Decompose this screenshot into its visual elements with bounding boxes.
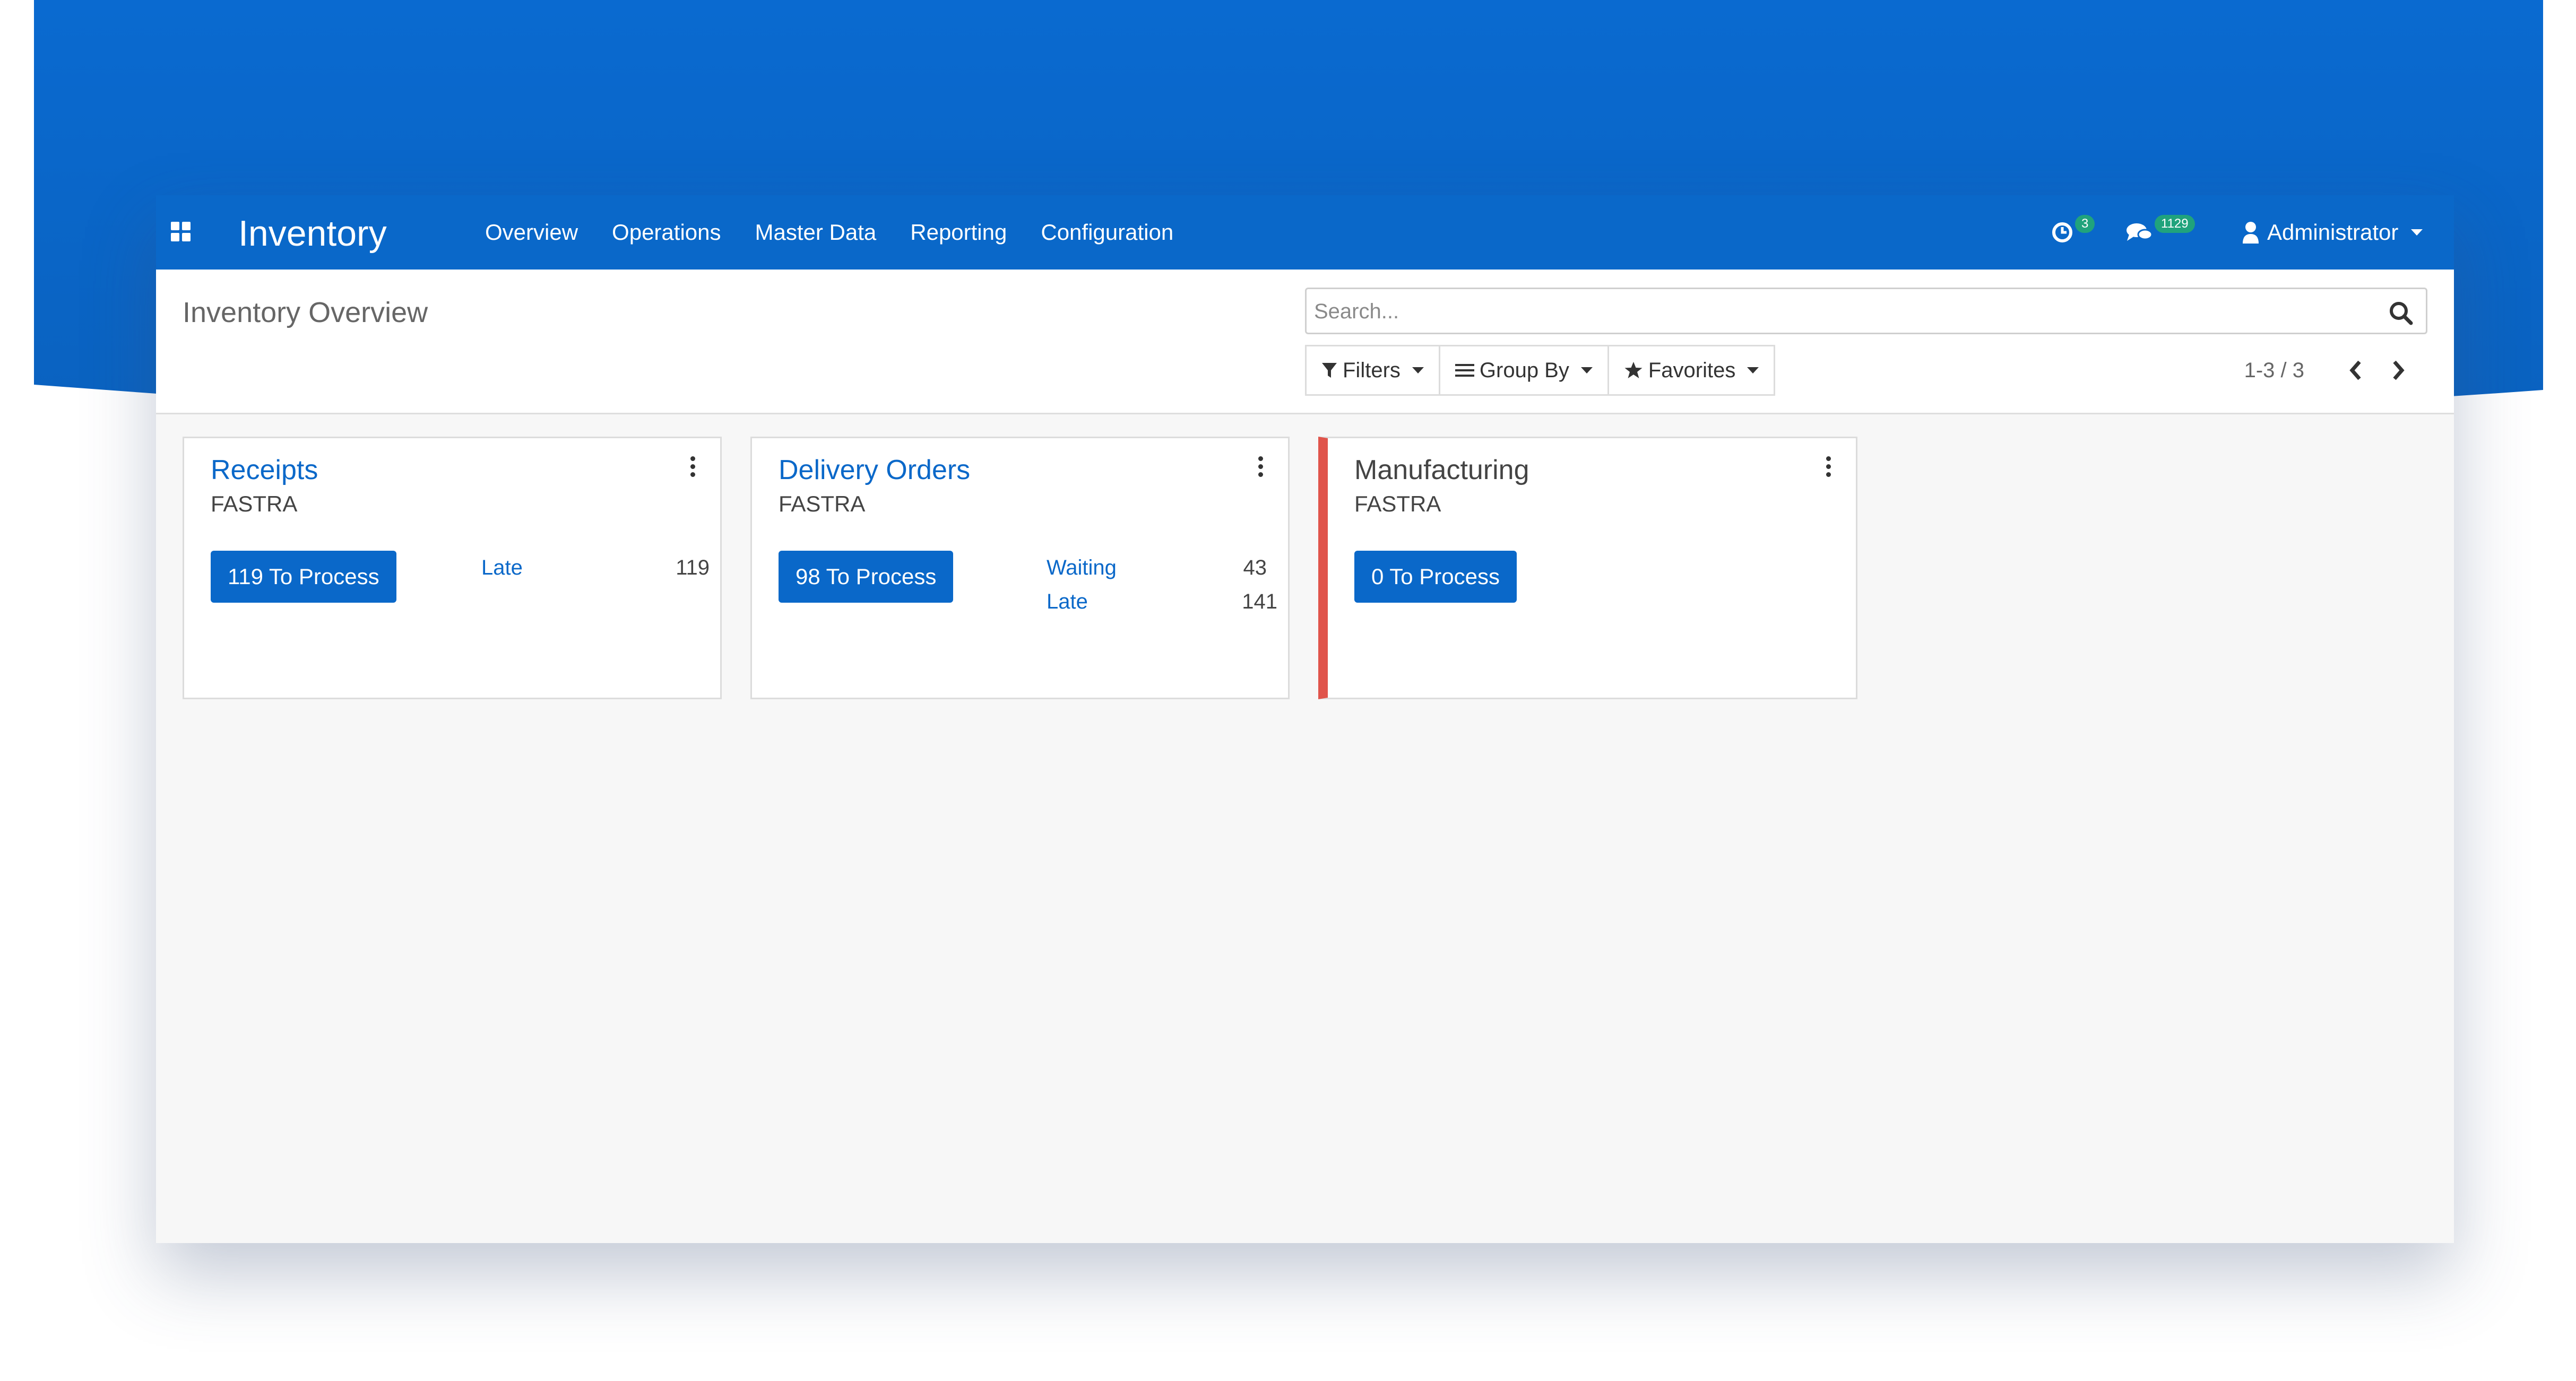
chevron-down-icon <box>1747 367 1759 374</box>
top-navbar: Inventory Overview Operations Master Dat… <box>156 195 2454 270</box>
late-count: 141 <box>1242 590 1277 613</box>
pager: 1-3 / 3 <box>2244 345 2411 396</box>
favorites-label: Favorites <box>1648 358 1736 382</box>
chevron-down-icon <box>1580 367 1593 374</box>
activity-badge: 3 <box>2075 215 2095 233</box>
group-by-button[interactable]: Group By <box>1438 345 1609 396</box>
control-panel: Inventory Overview Filters <box>156 270 2454 414</box>
kebab-menu-icon[interactable] <box>1823 456 1834 480</box>
user-name: Administrator <box>2267 220 2399 245</box>
user-icon <box>2243 222 2259 244</box>
search-icon[interactable] <box>2388 300 2414 326</box>
waiting-count: 43 <box>1243 556 1267 579</box>
card-title[interactable]: Manufacturing <box>1354 454 1529 486</box>
chevron-down-icon <box>2411 229 2423 236</box>
search-input[interactable] <box>1314 297 2354 326</box>
kanban-view: Receipts FASTRA 119 To Process Late 119 … <box>156 413 2454 1243</box>
main-menu: Overview Operations Master Data Reportin… <box>485 195 1207 270</box>
kanban-card-manufacturing: Manufacturing FASTRA 0 To Process <box>1318 437 1857 699</box>
app-window: Inventory Overview Operations Master Dat… <box>156 195 2454 1243</box>
card-title[interactable]: Delivery Orders <box>779 454 970 486</box>
late-count: 119 <box>676 556 710 579</box>
filters-button[interactable]: Filters <box>1305 345 1440 396</box>
breadcrumb: Inventory Overview <box>183 297 428 328</box>
activity-menu[interactable]: 3 <box>2051 195 2095 270</box>
kanban-card-receipts: Receipts FASTRA 119 To Process Late 119 <box>183 437 722 699</box>
menu-operations[interactable]: Operations <box>612 220 721 245</box>
pager-previous-button[interactable] <box>2342 354 2369 386</box>
card-subtitle: FASTRA <box>211 491 298 516</box>
kanban-card-delivery-orders: Delivery Orders FASTRA 98 To Process Wai… <box>750 437 1290 699</box>
filter-icon <box>1322 363 1337 378</box>
menu-reporting[interactable]: Reporting <box>910 220 1007 245</box>
menu-overview[interactable]: Overview <box>485 220 578 245</box>
apps-grid-icon[interactable] <box>171 222 191 242</box>
favorites-button[interactable]: Favorites <box>1607 345 1776 396</box>
menu-master-data[interactable]: Master Data <box>755 220 877 245</box>
late-link[interactable]: Late <box>1047 590 1088 614</box>
kebab-menu-icon[interactable] <box>687 456 698 480</box>
kebab-menu-icon[interactable] <box>1255 456 1266 480</box>
app-title[interactable]: Inventory <box>238 215 387 251</box>
menu-configuration[interactable]: Configuration <box>1041 220 1173 245</box>
pager-value[interactable]: 1-3 / 3 <box>2244 359 2304 383</box>
search-box <box>1305 288 2427 334</box>
late-link[interactable]: Late <box>481 556 523 580</box>
pager-next-button[interactable] <box>2385 354 2411 386</box>
to-process-button[interactable]: 0 To Process <box>1354 551 1517 603</box>
search-options: Filters Group By Favorites <box>1305 345 1776 396</box>
group-by-label: Group By <box>1479 358 1569 382</box>
group-by-icon <box>1455 364 1474 377</box>
chevron-down-icon <box>1412 367 1424 374</box>
waiting-link[interactable]: Waiting <box>1047 556 1117 580</box>
star-icon <box>1624 362 1643 378</box>
card-title[interactable]: Receipts <box>211 454 318 486</box>
messages-badge: 1129 <box>2155 215 2195 233</box>
user-menu[interactable]: Administrator <box>2242 195 2423 270</box>
filters-label: Filters <box>1343 358 1401 382</box>
messages-icon <box>2127 223 2153 241</box>
to-process-button[interactable]: 98 To Process <box>779 551 954 603</box>
card-subtitle: FASTRA <box>779 491 866 516</box>
activity-clock-icon <box>2052 222 2072 242</box>
chevron-left-icon <box>2349 360 2361 380</box>
messages-menu[interactable]: 1129 <box>2125 195 2195 270</box>
to-process-button[interactable]: 119 To Process <box>211 551 396 603</box>
card-subtitle: FASTRA <box>1354 491 1441 516</box>
chevron-right-icon <box>2393 360 2405 380</box>
